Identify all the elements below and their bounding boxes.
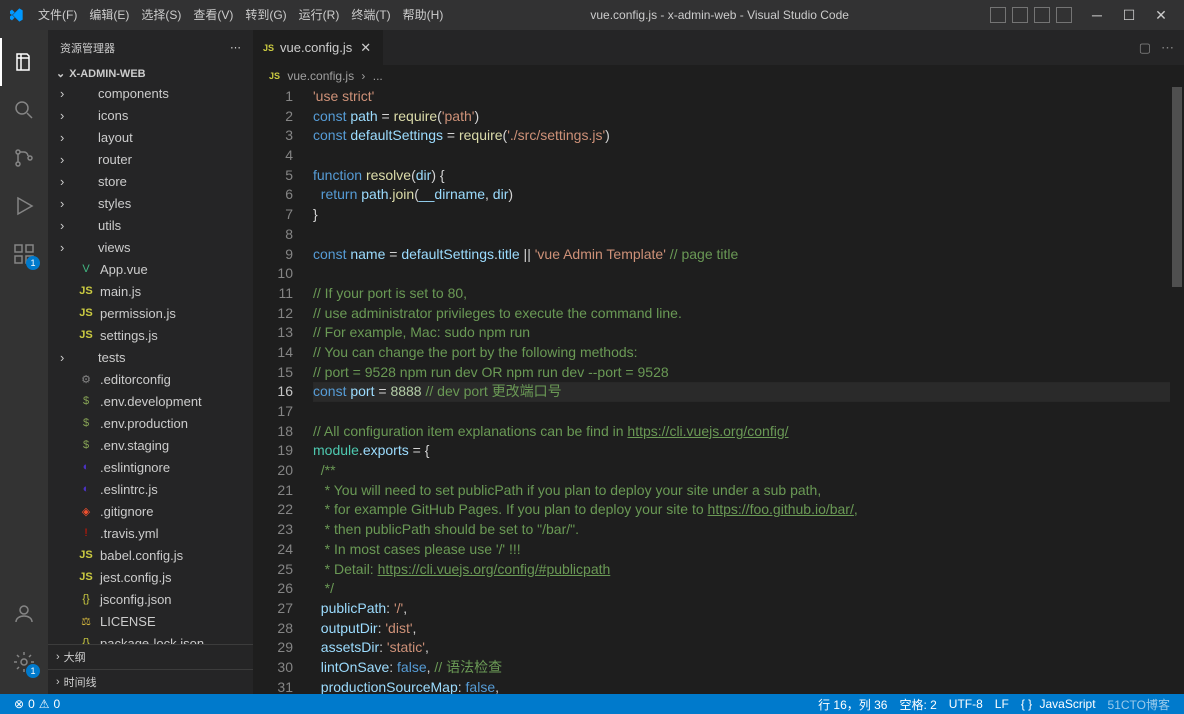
search-icon[interactable] [0, 86, 48, 134]
tree-item[interactable]: ◐.eslintrc.js [48, 478, 253, 500]
accounts-icon[interactable] [0, 590, 48, 638]
run-debug-icon[interactable] [0, 182, 48, 230]
watermark: 51CTO博客 [1102, 696, 1176, 713]
tree-item[interactable]: ›router [48, 148, 253, 170]
code-editor[interactable]: 1234567891011121314151617181920212223242… [253, 87, 1184, 694]
tree-item[interactable]: {}jsconfig.json [48, 588, 253, 610]
explorer-icon[interactable] [0, 38, 48, 86]
eol-status[interactable]: LF [989, 696, 1015, 713]
extensions-icon[interactable]: 1 [0, 230, 48, 278]
cursor-position[interactable]: 行 16，列 36 [812, 696, 893, 713]
tree-item[interactable]: $.env.production [48, 412, 253, 434]
tab-vue-config[interactable]: JS vue.config.js ✕ [253, 30, 384, 65]
tree-item[interactable]: VApp.vue [48, 258, 253, 280]
minimize-button[interactable]: ─ [1082, 0, 1112, 30]
tree-item[interactable]: JSmain.js [48, 280, 253, 302]
layout-icon[interactable] [1034, 7, 1050, 23]
sidebar-title: 资源管理器 [60, 40, 115, 56]
tree-item[interactable]: $.env.development [48, 390, 253, 412]
tree-item[interactable]: {}package-lock.json [48, 632, 253, 644]
tree-item[interactable]: ›utils [48, 214, 253, 236]
tree-item[interactable]: ›store [48, 170, 253, 192]
layout-controls [990, 7, 1072, 23]
close-tab-icon[interactable]: ✕ [358, 40, 373, 56]
menu-item[interactable]: 查看(V) [187, 8, 239, 22]
layout-icon[interactable] [990, 7, 1006, 23]
tree-item[interactable]: ›styles [48, 192, 253, 214]
problems-status[interactable]: ⊗0 ⚠0 [8, 697, 66, 711]
close-button[interactable]: ✕ [1146, 0, 1176, 30]
source-control-icon[interactable] [0, 134, 48, 182]
tree-item[interactable]: JSjest.config.js [48, 566, 253, 588]
js-file-icon: JS [263, 43, 274, 53]
layout-icon[interactable] [1056, 7, 1072, 23]
menu-item[interactable]: 选择(S) [135, 8, 187, 22]
tree-item[interactable]: JSsettings.js [48, 324, 253, 346]
js-file-icon: JS [269, 71, 280, 81]
split-editor-icon[interactable]: ▢ [1139, 40, 1151, 56]
settings-gear-icon[interactable]: 1 [0, 638, 48, 686]
activity-bar: 1 1 [0, 30, 48, 694]
title-bar: 文件(F)编辑(E)选择(S)查看(V)转到(G)运行(R)终端(T)帮助(H)… [0, 0, 1184, 30]
tree-item[interactable]: JSbabel.config.js [48, 544, 253, 566]
menu-bar: 文件(F)编辑(E)选择(S)查看(V)转到(G)运行(R)终端(T)帮助(H) [32, 0, 449, 30]
indent-status[interactable]: 空格: 2 [893, 696, 942, 713]
tree-item[interactable]: ›components [48, 82, 253, 104]
tree-item[interactable]: ›layout [48, 126, 253, 148]
outline-section[interactable]: ›大纲 [48, 644, 253, 669]
more-tab-actions-icon[interactable]: ⋯ [1161, 40, 1174, 56]
maximize-button[interactable]: ☐ [1114, 0, 1144, 30]
tree-item[interactable]: !.travis.yml [48, 522, 253, 544]
tree-item[interactable]: ›views [48, 236, 253, 258]
tree-item[interactable]: ⚖LICENSE [48, 610, 253, 632]
timeline-section[interactable]: ›时间线 [48, 669, 253, 694]
window-title: vue.config.js - x-admin-web - Visual Stu… [449, 8, 990, 22]
menu-item[interactable]: 转到(G) [239, 8, 292, 22]
tree-item[interactable]: ◐.eslintignore [48, 456, 253, 478]
tree-root[interactable]: ⌄X-ADMIN-WEB [48, 65, 253, 82]
editor-tabs: JS vue.config.js ✕ ▢ ⋯ [253, 30, 1184, 65]
status-bar: ⊗0 ⚠0 行 16，列 36 空格: 2 UTF-8 LF { } JavaS… [0, 694, 1184, 714]
tree-item[interactable]: ◈.gitignore [48, 500, 253, 522]
editor-area: JS vue.config.js ✕ ▢ ⋯ JS vue.config.js … [253, 30, 1184, 694]
vscode-logo-icon [8, 7, 24, 23]
menu-item[interactable]: 编辑(E) [83, 8, 135, 22]
tree-item[interactable]: $.env.staging [48, 434, 253, 456]
breadcrumb[interactable]: JS vue.config.js › ... [253, 65, 1184, 87]
encoding-status[interactable]: UTF-8 [943, 696, 989, 713]
tree-item[interactable]: ›tests [48, 346, 253, 368]
menu-item[interactable]: 终端(T) [345, 8, 396, 22]
language-mode[interactable]: { } JavaScript [1015, 696, 1102, 713]
layout-icon[interactable] [1012, 7, 1028, 23]
menu-item[interactable]: 文件(F) [32, 8, 83, 22]
tree-item[interactable]: ⚙.editorconfig [48, 368, 253, 390]
vertical-scrollbar[interactable] [1170, 87, 1184, 694]
sidebar-explorer: 资源管理器 ⋯ ⌄X-ADMIN-WEB›components›icons›la… [48, 30, 253, 694]
more-actions-icon[interactable]: ⋯ [230, 41, 241, 54]
menu-item[interactable]: 运行(R) [293, 8, 346, 22]
tree-item[interactable]: JSpermission.js [48, 302, 253, 324]
tree-item[interactable]: ›icons [48, 104, 253, 126]
menu-item[interactable]: 帮助(H) [397, 8, 450, 22]
